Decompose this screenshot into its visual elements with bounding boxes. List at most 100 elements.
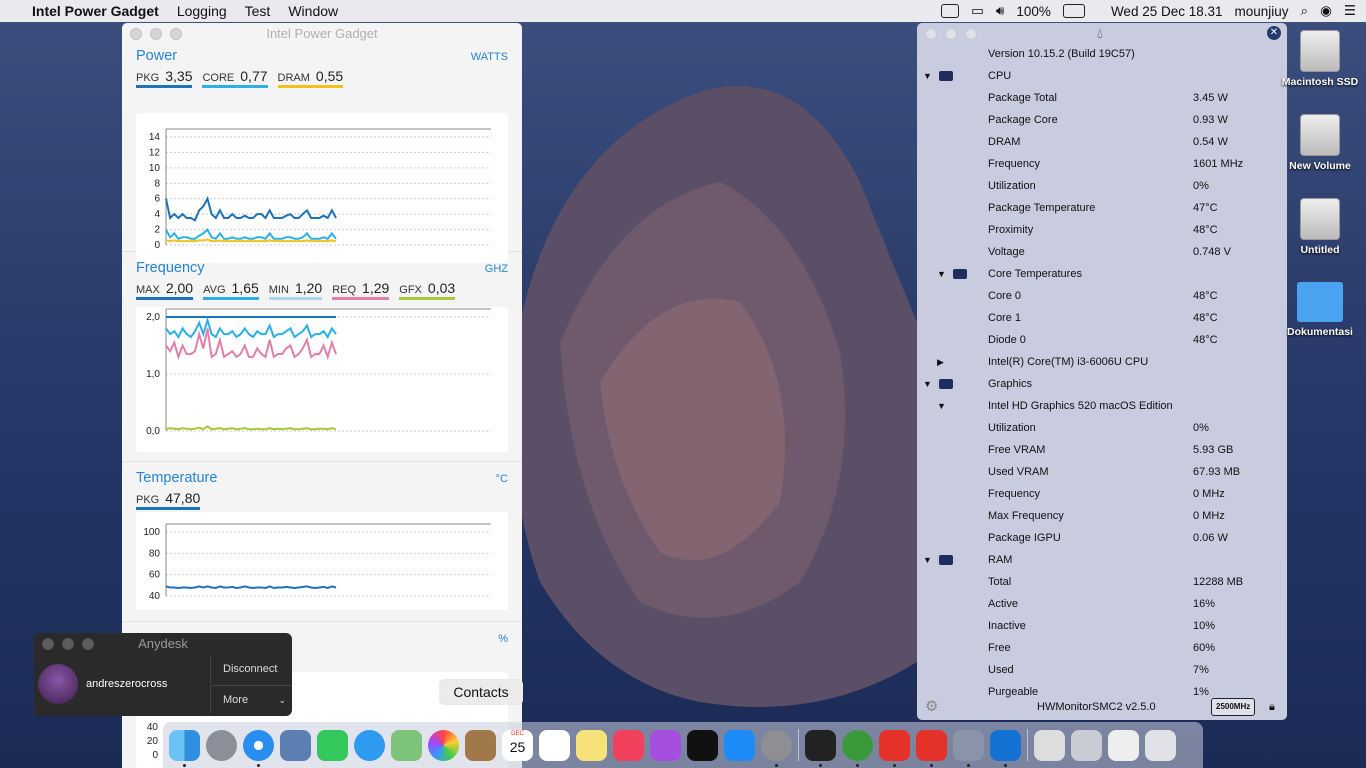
downloads-stack-icon[interactable] bbox=[1071, 729, 1102, 761]
desktop-icon-dokumentasi[interactable]: Dokumentasi bbox=[1280, 282, 1360, 338]
screenshot-stack-icon[interactable] bbox=[1108, 729, 1139, 761]
desktop-icon-label: Dokumentasi bbox=[1287, 326, 1353, 338]
disclosure-triangle-icon[interactable]: ▼ bbox=[923, 65, 932, 87]
notification-center-icon[interactable]: ☰ bbox=[1344, 3, 1356, 19]
sensor-row: Core 1 48°C bbox=[917, 307, 1287, 329]
y-tick-label: 80 bbox=[149, 548, 161, 559]
disclosure-triangle-icon[interactable]: ▼ bbox=[923, 373, 932, 395]
battery-percent[interactable]: 100% bbox=[1016, 4, 1051, 19]
safari-icon[interactable] bbox=[243, 729, 274, 767]
sensor-row: Proximity 48°C bbox=[917, 219, 1287, 241]
ad-minimize-light[interactable] bbox=[62, 638, 74, 650]
launchpad-icon[interactable] bbox=[206, 729, 237, 761]
gpu-monitor-icon[interactable] bbox=[842, 729, 873, 767]
sensor-row[interactable]: ▼ CPU bbox=[917, 65, 1287, 87]
desktop-icon-untitled[interactable]: Untitled bbox=[1280, 198, 1360, 256]
maps-icon[interactable] bbox=[391, 729, 422, 761]
terminal-icon[interactable] bbox=[805, 729, 836, 767]
desktop-icon-new-volume[interactable]: New Volume bbox=[1280, 114, 1360, 172]
sensor-value: 1601 MHz bbox=[1193, 158, 1244, 170]
sensor-row[interactable]: ▼ Core Temperatures bbox=[917, 263, 1287, 285]
contacts-icon[interactable] bbox=[465, 729, 496, 761]
metric-avg: AVG 1,65 bbox=[203, 280, 259, 300]
sensor-value: 67.93 MB bbox=[1193, 466, 1241, 478]
disconnect-button[interactable]: Disconnect bbox=[210, 655, 292, 684]
menu-app-name[interactable]: Intel Power Gadget bbox=[32, 3, 159, 19]
sensor-label: Core Temperatures bbox=[988, 268, 1082, 280]
sensor-row[interactable]: ▼ Intel HD Graphics 520 macOS Edition bbox=[917, 395, 1287, 417]
zoom-button[interactable] bbox=[170, 28, 182, 40]
user-name[interactable]: mounjiuy bbox=[1235, 4, 1289, 19]
sensor-label: Frequency bbox=[988, 158, 1040, 170]
sensor-label: Voltage bbox=[988, 246, 1025, 258]
menu-test[interactable]: Test bbox=[245, 3, 271, 19]
anydesk-alt-icon[interactable] bbox=[916, 729, 947, 767]
disclosure-triangle-icon[interactable]: ▼ bbox=[937, 263, 946, 285]
sensor-label: Utilization bbox=[988, 422, 1036, 434]
anydesk-icon[interactable] bbox=[879, 729, 910, 767]
photos-icon[interactable] bbox=[428, 729, 459, 761]
metric-key: GFX bbox=[399, 284, 422, 296]
disclosure-triangle-icon[interactable]: ▼ bbox=[937, 395, 946, 417]
spotlight-search-icon[interactable]: ⌕ bbox=[1301, 3, 1309, 19]
lock-icon[interactable]: 🔒︎ bbox=[1269, 694, 1275, 720]
messages-icon[interactable] bbox=[354, 729, 385, 761]
sensor-label: RAM bbox=[988, 554, 1013, 566]
calendar-icon[interactable]: 25 bbox=[502, 729, 533, 761]
sensor-label: Diode 0 bbox=[988, 334, 1026, 346]
hw-close-light[interactable] bbox=[925, 28, 937, 40]
frequency-section: Frequency GHZ MAX 2,00 AVG 1,65 MIN 1,20 REQ 1,… bbox=[122, 252, 522, 462]
metric-value: 1,65 bbox=[231, 280, 259, 296]
podcasts-icon[interactable] bbox=[650, 729, 681, 761]
document-icon[interactable] bbox=[1034, 729, 1065, 761]
system-preferences-icon[interactable] bbox=[761, 729, 792, 767]
util-ytick: 20 bbox=[146, 736, 158, 747]
sensor-row[interactable]: ▼ Graphics bbox=[917, 373, 1287, 395]
ipg-titlebar[interactable]: Intel Power Gadget bbox=[122, 23, 522, 45]
util-ytick: 40 bbox=[146, 722, 158, 733]
sensor-category-icon bbox=[953, 269, 967, 279]
disclosure-triangle-icon[interactable]: ▶ bbox=[937, 351, 944, 373]
battery-icon[interactable] bbox=[1062, 4, 1085, 18]
desktop-icon-macintosh-ssd[interactable]: Macintosh SSD bbox=[1280, 30, 1360, 88]
temperature-unit: °C bbox=[495, 473, 508, 485]
clock[interactable]: Wed 25 Dec 18.31 bbox=[1111, 4, 1223, 19]
trash-icon[interactable] bbox=[1145, 729, 1176, 761]
disclosure-triangle-icon[interactable]: ▼ bbox=[923, 549, 932, 571]
sensor-row[interactable]: ▶ Intel(R) Core(TM) i3-6006U CPU bbox=[917, 351, 1287, 373]
notes-icon[interactable] bbox=[576, 729, 607, 761]
finder-icon[interactable] bbox=[169, 729, 200, 767]
ad-zoom-light[interactable] bbox=[82, 638, 94, 650]
metric-pkg: PKG 3,35 bbox=[136, 68, 193, 88]
volume-icon[interactable]: 🔊︎ bbox=[996, 3, 1005, 19]
settings-gear-icon[interactable]: ⚙ bbox=[925, 694, 938, 720]
more-button[interactable]: More ⌄ bbox=[210, 685, 292, 714]
menu-logging[interactable]: Logging bbox=[177, 3, 227, 19]
close-icon[interactable]: ✕ bbox=[1267, 26, 1281, 40]
sensor-category-icon bbox=[939, 555, 953, 565]
apple-tv-icon[interactable] bbox=[687, 729, 718, 761]
reminders-icon[interactable] bbox=[539, 729, 570, 761]
siri-icon[interactable]: ◉ bbox=[1320, 3, 1332, 19]
facetime-icon[interactable] bbox=[317, 729, 348, 761]
sensor-value: 0 MHz bbox=[1193, 510, 1225, 522]
airplay-icon[interactable]: ▭ bbox=[971, 3, 984, 19]
version-label: Version 10.15.2 (Build 19C57) bbox=[988, 48, 1135, 60]
app-store-icon[interactable] bbox=[724, 729, 755, 761]
hw-minimize-light[interactable] bbox=[945, 28, 957, 40]
hw-zoom-light[interactable] bbox=[965, 28, 977, 40]
cpu-freq-badge[interactable]: 2500MHz bbox=[1211, 698, 1256, 716]
minimize-button[interactable] bbox=[150, 28, 162, 40]
menu-window[interactable]: Window bbox=[288, 3, 338, 19]
intel-power-gadget-icon[interactable] bbox=[990, 729, 1021, 767]
music-icon[interactable] bbox=[613, 729, 644, 761]
y-tick-label: 14 bbox=[149, 132, 161, 143]
sensor-row[interactable]: ▼ RAM bbox=[917, 549, 1287, 571]
activity-monitor-icon[interactable] bbox=[941, 4, 960, 18]
sensor-value: 3.45 W bbox=[1193, 92, 1228, 104]
hwmonitor-icon[interactable] bbox=[953, 729, 984, 767]
frequency-plot: 2,0 1,0 0,0 bbox=[136, 307, 508, 452]
close-button[interactable] bbox=[130, 28, 142, 40]
ad-close-light[interactable] bbox=[42, 638, 54, 650]
preview-icon[interactable] bbox=[280, 729, 311, 761]
